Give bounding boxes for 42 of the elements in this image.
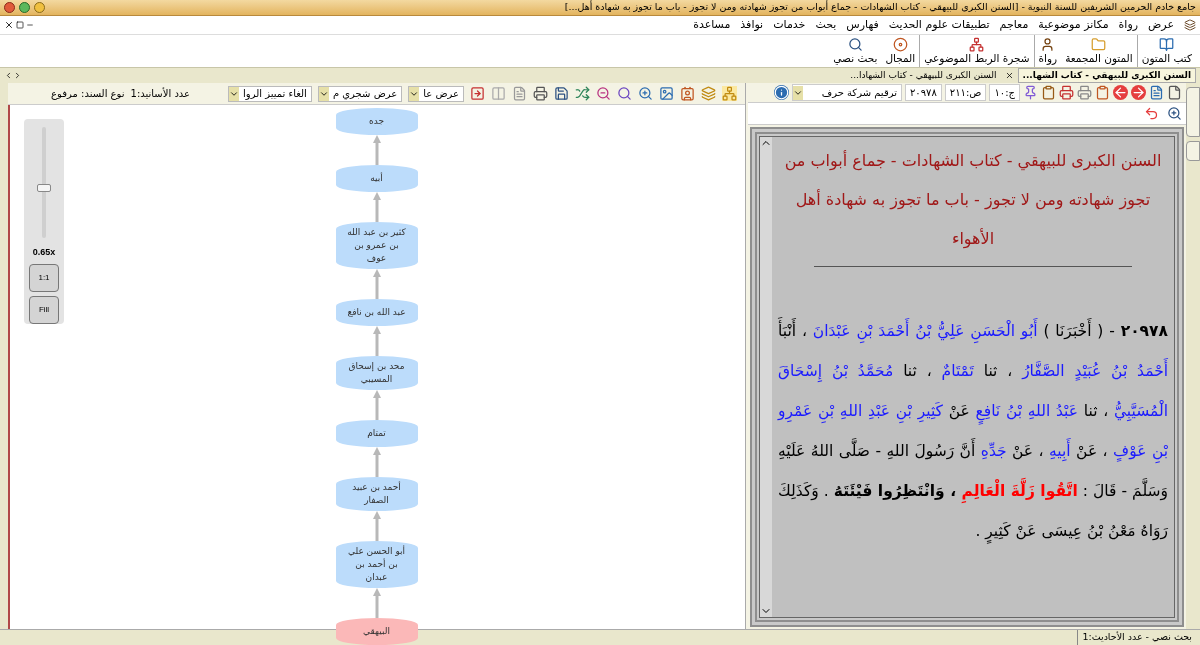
narrator-node[interactable]: أحمد بن عبيد الصفار	[335, 477, 418, 511]
toolbar-button[interactable]: المتون المجمعة	[1065, 52, 1133, 65]
narrator-node[interactable]: أبيه	[335, 165, 418, 192]
zoom-reading: 0.65x	[32, 246, 56, 260]
page-field[interactable]: ص:٢١١	[944, 84, 987, 101]
menu-item[interactable]: بحث	[815, 16, 837, 34]
hadith-text: ٢٠٩٧٨ - ( أَخْبَرَنَا ) أَبُو الْحَسَنِ عَلِيُّ بْنُ أَحْمَدَ بْنِ عَبْدَانَ ، أَنْبَأَ أَحْمَدُ بْنُ عُبَيْدٍ الصَّفَّارُ ، ثنا تَمْتَامٌ ، ثنا مُحَمَّدُ بْنُ إِسْحَاقَ الْمُسَيَّبِيُّ ، ثنا عَبْدُ اللهِ بْنُ نَافِعٍ عَنْ كَثِيرِ بْنِ عَبْدِ اللهِ بْنِ عَمْرِو بْنِ عَوْفٍ ، عَنْ أَبِيهِ ، عَنْ جَدِّهِ أَنَّ رَسُولَ اللهِ - صَلَّى اللهُ عَلَيْهِ وَسَلَّمَ - قَالَ : اتَّقُوا زَلَّةَ الْعَالِمِ ، وَانْتَظِرُوا فَيْئَتَهُ . وَكَذَلِكَ رَوَاهُ مَعْنُ بْنُ عِيسَى عَنْ كَثِيرٍ .	[778, 311, 1168, 551]
menu-item[interactable]: عرض	[1148, 16, 1174, 34]
narrator-node[interactable]: محد بن إسحاق المسيبي	[335, 356, 418, 390]
narrator-node[interactable]: البيهقي	[335, 618, 418, 645]
toolbar-button[interactable]: بحث نصي	[833, 52, 878, 65]
dropdown[interactable]: الغاء تمييز الروا	[228, 85, 312, 102]
toolbar-button[interactable]: كتب المتون	[1141, 52, 1192, 65]
hadith-number-field[interactable]: ٢٠٩٧٨	[904, 84, 942, 101]
toolbar-button[interactable]: رواة	[1038, 52, 1058, 65]
menu-item[interactable]: مساعدة	[693, 16, 731, 34]
dropdown[interactable]: عرض شجري م	[317, 85, 403, 102]
isnad-type: نوع السند: مرفوع	[51, 87, 125, 101]
menu-item[interactable]: معاجم	[999, 16, 1029, 34]
isnad-count: عدد الأسانيد:1	[130, 86, 191, 101]
menu-item[interactable]: تطبيقات علوم الحديث	[888, 16, 990, 34]
menu-item[interactable]: نوافذ	[740, 16, 764, 34]
dropdown[interactable]: عرض عا	[408, 85, 464, 102]
narrator-node[interactable]: تمتام	[335, 420, 418, 447]
status-text: بحث نصي - عدد الأحاديث:1	[1077, 630, 1192, 645]
narrator-node[interactable]: عبد الله بن نافع	[335, 299, 418, 326]
toolbar-button[interactable]: شجرة الربط الموضوعي	[924, 52, 1030, 65]
zoom-button[interactable]: Fill	[29, 296, 59, 324]
narrator-node[interactable]: جده	[335, 108, 418, 135]
menu-item[interactable]: رواة	[1118, 16, 1139, 34]
window-title: جامع خادم الحرمين الشريفين للسنة النبوية - [السنن الكبرى للبيهقي - كتاب الشهادات - جماع أبواب من تجوز شهادته ومن لا تجوز - باب ما تجوز به شهادة أهل...]	[564, 0, 1196, 15]
menu-item[interactable]: فهارس	[846, 16, 879, 34]
chapter-heading: السنن الكبرى للبيهقي - كتاب الشهادات - جماع أبواب من تجوز شهادته ومن لا تجوز - باب ما تجوز به شهادة أهل الأهواء	[783, 149, 1163, 251]
volume-field[interactable]: ج:١٠	[989, 84, 1020, 101]
numbering-dropdown[interactable]: ترقيم شركة حرف	[791, 84, 902, 101]
menu-item[interactable]: خدمات	[773, 16, 806, 34]
document-tab[interactable]: السنن الكبرى للبيهقي - كتاب الشهادا...	[846, 68, 1001, 83]
toolbar-button[interactable]: المجال	[885, 52, 916, 65]
menu-item[interactable]: مكانز موضوعية	[1038, 16, 1109, 34]
narrator-node[interactable]: كثير بن عبد الله بن عمرو بن عوف	[335, 222, 418, 269]
narrator-node[interactable]: أبو الحسن علي بن أحمد بن عبدان	[335, 541, 418, 588]
zoom-button[interactable]: 1:1	[29, 264, 59, 292]
